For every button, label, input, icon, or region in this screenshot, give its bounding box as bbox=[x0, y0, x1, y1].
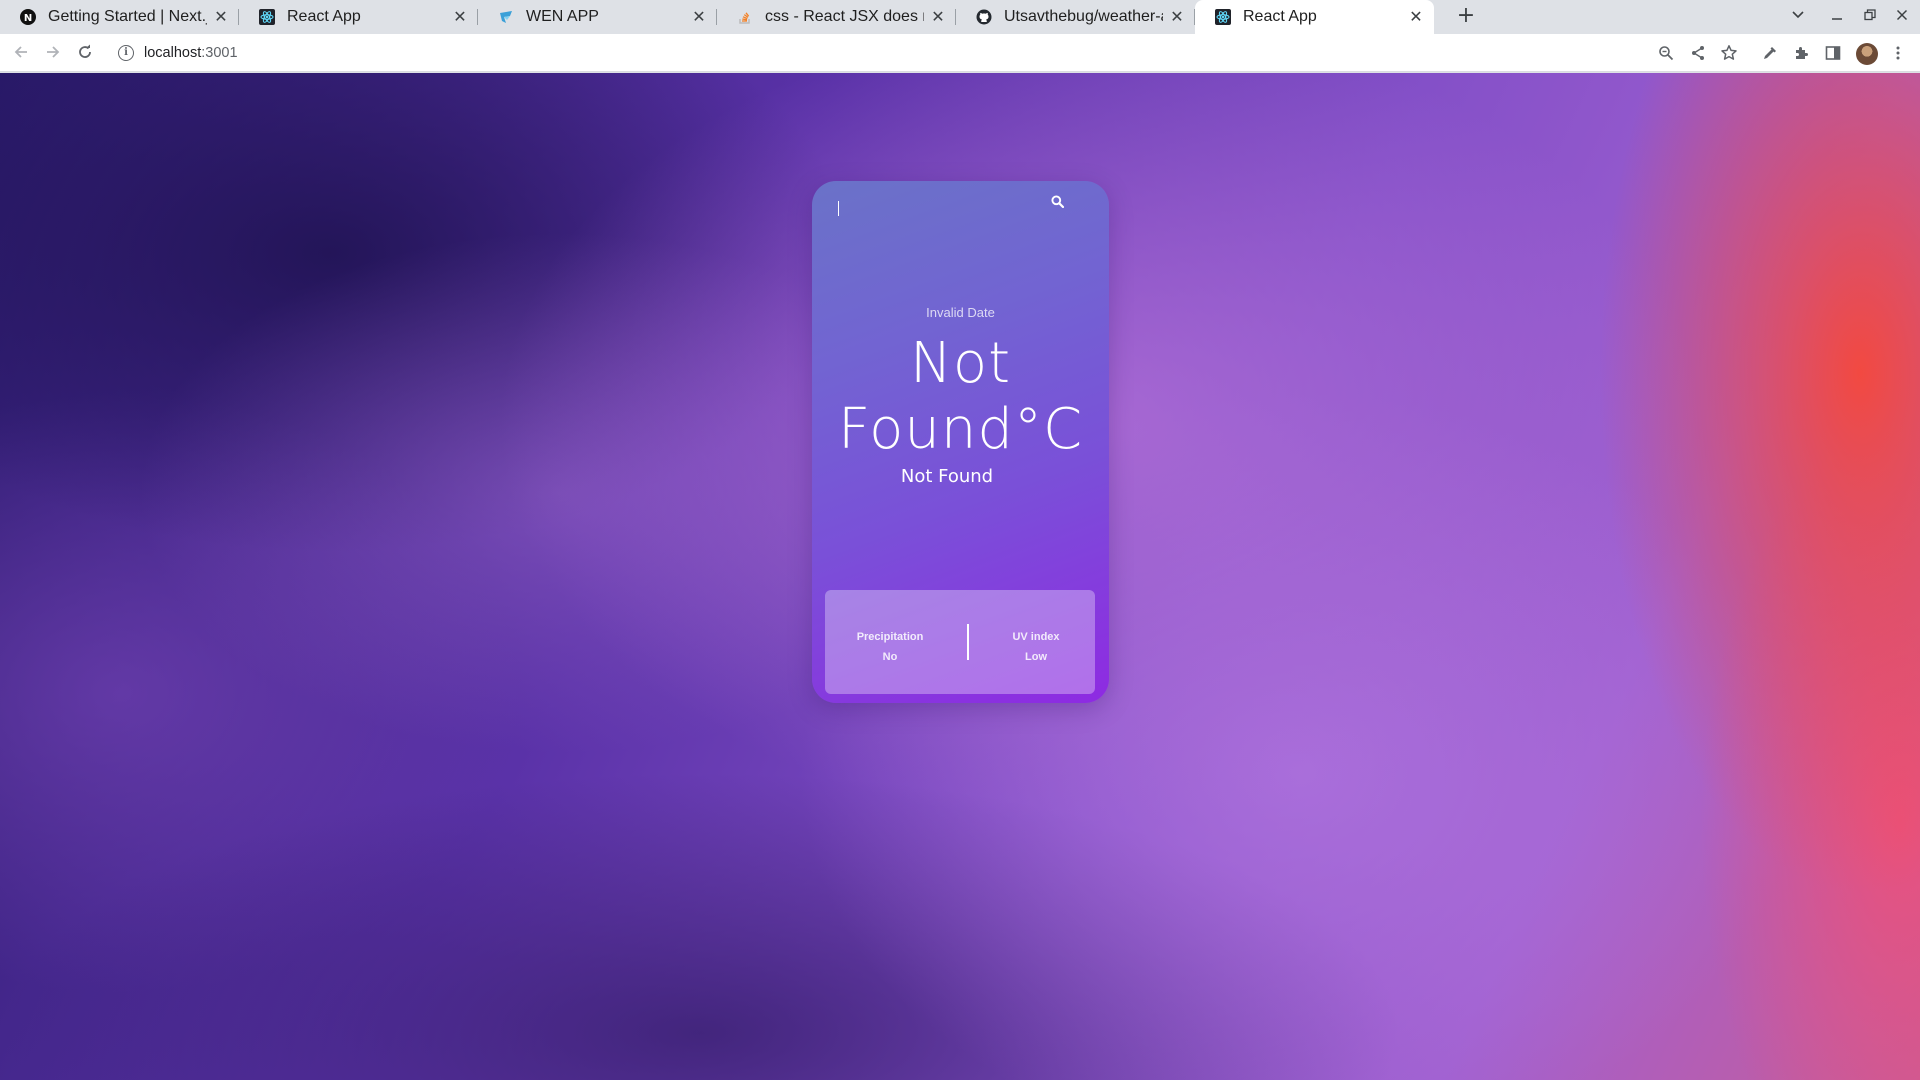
tab-title: React App bbox=[1243, 8, 1317, 25]
forward-icon[interactable] bbox=[43, 43, 63, 63]
stackoverflow-icon bbox=[737, 9, 753, 25]
reload-icon[interactable] bbox=[75, 43, 95, 63]
close-tab-icon[interactable]: ✕ bbox=[691, 9, 707, 25]
precipitation-stat: Precipitation No bbox=[835, 627, 945, 667]
date-label: Invalid Date bbox=[926, 305, 995, 320]
page-viewport: Invalid Date Not Found°C Not Found Preci… bbox=[0, 73, 1920, 1080]
uv-index-label: UV index bbox=[1012, 631, 1060, 643]
restore-icon[interactable] bbox=[1859, 6, 1881, 28]
app-icon bbox=[498, 9, 514, 25]
close-tab-icon[interactable]: ✕ bbox=[1169, 9, 1185, 25]
close-tab-icon[interactable]: ✕ bbox=[1408, 9, 1424, 25]
url-host: localhost bbox=[144, 45, 202, 61]
svg-text:N: N bbox=[24, 13, 32, 24]
tab-title: Utsavthebug/weather-ap bbox=[1004, 8, 1163, 25]
tab-react-app-active[interactable]: React App ✕ bbox=[1195, 0, 1434, 34]
precipitation-label: Precipitation bbox=[856, 631, 924, 643]
close-tab-icon[interactable]: ✕ bbox=[213, 9, 229, 25]
eyedropper-extension-icon[interactable] bbox=[1760, 43, 1780, 63]
search-bar bbox=[840, 191, 1080, 215]
tab-title: React App bbox=[287, 8, 361, 25]
close-window-icon[interactable] bbox=[1891, 6, 1913, 28]
nextjs-icon: N bbox=[20, 9, 36, 25]
tab-github[interactable]: Utsavthebug/weather-ap ✕ bbox=[956, 0, 1195, 34]
weather-condition: Not Found bbox=[900, 466, 994, 487]
profile-avatar[interactable] bbox=[1856, 43, 1878, 65]
github-icon bbox=[976, 9, 992, 25]
city-search-input[interactable] bbox=[840, 191, 1040, 215]
minimize-icon[interactable] bbox=[1826, 6, 1848, 28]
temperature-value: Not Found°C bbox=[837, 331, 1084, 462]
details-divider bbox=[967, 624, 969, 660]
weather-details-panel: Precipitation No UV index Low bbox=[825, 590, 1095, 694]
address-bar[interactable]: i localhost:3001 bbox=[109, 37, 1689, 69]
bookmark-star-icon[interactable] bbox=[1719, 43, 1739, 63]
new-tab-button[interactable]: + bbox=[1454, 5, 1478, 29]
tab-nextjs[interactable]: N Getting Started | Next.js ✕ bbox=[0, 0, 239, 34]
url-text: localhost:3001 bbox=[144, 45, 238, 61]
search-icon[interactable] bbox=[1049, 193, 1065, 209]
extensions-puzzle-icon[interactable] bbox=[1791, 43, 1811, 63]
browser-toolbar: i localhost:3001 bbox=[0, 34, 1920, 72]
precipitation-value: No bbox=[882, 651, 898, 663]
zoom-icon[interactable] bbox=[1656, 43, 1676, 63]
tab-title: css - React JSX does not id bbox=[765, 8, 924, 25]
uv-index-stat: UV index Low bbox=[981, 627, 1091, 667]
tab-search-chevron-icon[interactable] bbox=[1787, 6, 1809, 28]
react-icon bbox=[1215, 9, 1231, 25]
tab-wen-app[interactable]: WEN APP ✕ bbox=[478, 0, 717, 34]
uv-index-value: Low bbox=[1025, 651, 1047, 663]
site-info-icon[interactable]: i bbox=[118, 45, 134, 61]
share-icon[interactable] bbox=[1688, 43, 1708, 63]
back-icon[interactable] bbox=[11, 43, 31, 63]
tab-title: WEN APP bbox=[526, 8, 599, 25]
menu-kebab-icon[interactable] bbox=[1888, 43, 1908, 63]
tab-strip: N Getting Started | Next.js ✕ React App … bbox=[0, 0, 1920, 34]
weather-card: Invalid Date Not Found°C Not Found Preci… bbox=[812, 181, 1109, 703]
tab-react-app[interactable]: React App ✕ bbox=[239, 0, 478, 34]
tab-stackoverflow[interactable]: css - React JSX does not id ✕ bbox=[717, 0, 956, 34]
side-panel-icon[interactable] bbox=[1823, 43, 1843, 63]
close-tab-icon[interactable]: ✕ bbox=[452, 9, 468, 25]
text-caret bbox=[838, 201, 839, 216]
close-tab-icon[interactable]: ✕ bbox=[930, 9, 946, 25]
url-port: :3001 bbox=[201, 45, 238, 61]
tab-title: Getting Started | Next.js bbox=[48, 8, 207, 25]
react-icon bbox=[259, 9, 275, 25]
